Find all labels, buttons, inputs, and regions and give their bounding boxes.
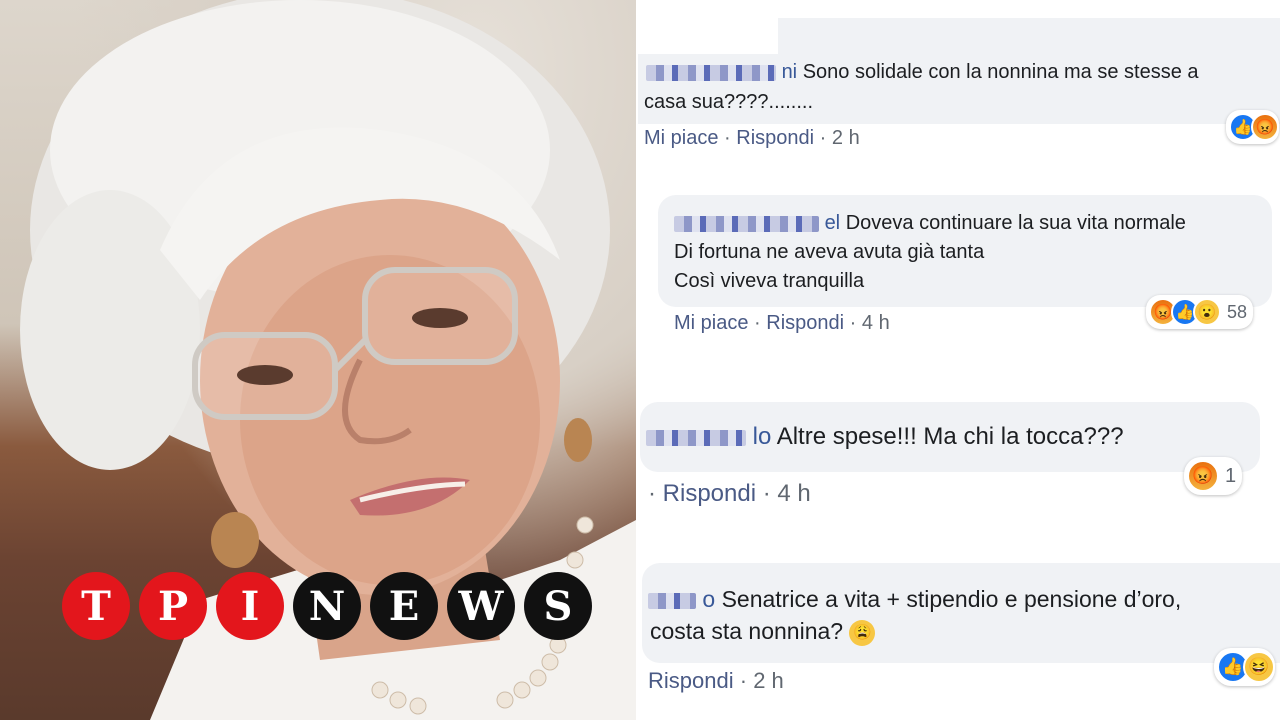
blurred-name bbox=[648, 592, 696, 609]
blurred-name bbox=[646, 64, 776, 81]
reaction-count: 58 bbox=[1227, 301, 1248, 322]
logo-letter: N bbox=[293, 572, 361, 640]
comment-actions: Mi piace · Rispondi · 2 h bbox=[644, 127, 860, 150]
like-link[interactable]: Mi piace bbox=[674, 312, 748, 334]
comment-author[interactable]: el bbox=[825, 212, 841, 234]
timestamp: 4 h bbox=[777, 480, 811, 507]
comment-bubble: ni Sono solidale con la nonnina ma se st… bbox=[638, 18, 1280, 124]
comment-bubble: o Senatrice a vita + stipendio e pension… bbox=[642, 563, 1280, 663]
separator: · bbox=[739, 668, 748, 693]
separator: · bbox=[849, 312, 857, 334]
comment-author[interactable]: ni bbox=[782, 61, 798, 83]
reply-link[interactable]: Rispondi bbox=[648, 668, 734, 693]
comment-author[interactable]: o bbox=[702, 586, 715, 612]
separator: · bbox=[819, 127, 827, 149]
weary-face-icon: 😩 bbox=[849, 619, 876, 646]
reaction-count: 1 bbox=[1225, 464, 1237, 487]
blurred-name bbox=[674, 215, 819, 232]
separator: · bbox=[762, 480, 771, 507]
comment-text: Di fortuna ne aveva avuta già tanta bbox=[674, 241, 985, 263]
comment-bubble: el Doveva continuare la sua vita normale… bbox=[658, 195, 1272, 307]
reaction-summary[interactable]: 👍 😡 bbox=[1226, 110, 1279, 144]
logo-letter: P bbox=[139, 572, 207, 640]
comment-text: Senatrice a vita + stipendio e pensione … bbox=[721, 586, 1182, 612]
comment-text: costa sta nonnina? bbox=[650, 618, 844, 644]
logo-letter: E bbox=[370, 572, 438, 640]
comment-text: Così viveva tranquilla bbox=[674, 270, 865, 292]
separator: · bbox=[648, 480, 656, 507]
reply-link[interactable]: Rispondi bbox=[766, 312, 844, 334]
logo-letter: T bbox=[62, 572, 130, 640]
angry-icon: 😡 bbox=[1251, 113, 1279, 141]
blurred-name bbox=[646, 429, 746, 446]
logo-letter: I bbox=[216, 572, 284, 640]
angry-icon: 😡 bbox=[1187, 460, 1219, 492]
comments-feed: ni Sono solidale con la nonnina ma se st… bbox=[636, 0, 1280, 720]
reply-link[interactable]: Rispondi bbox=[736, 127, 814, 149]
comment-text: Sono solidale con la nonnina ma se stess… bbox=[802, 61, 1199, 83]
news-photo: T P I N E W S bbox=[0, 0, 636, 720]
comment-text: casa sua????........ bbox=[644, 91, 813, 113]
reply-link[interactable]: Rispondi bbox=[663, 480, 756, 507]
separator: · bbox=[724, 127, 731, 149]
comment-text: Doveva continuare la sua vita normale bbox=[845, 212, 1186, 234]
timestamp: 2 h bbox=[753, 668, 784, 693]
comment-actions: · Rispondi · 4 h bbox=[648, 480, 811, 508]
reaction-summary[interactable]: 😡 1 bbox=[1184, 457, 1243, 495]
logo-letter: S bbox=[524, 572, 592, 640]
separator: · bbox=[754, 312, 761, 334]
tpi-news-logo: T P I N E W S bbox=[62, 572, 592, 640]
comment-author[interactable]: lo bbox=[753, 423, 772, 450]
comment-actions: Mi piace · Rispondi · 4 h bbox=[674, 312, 890, 335]
timestamp: 4 h bbox=[861, 312, 890, 334]
comment-actions: Rispondi · 2 h bbox=[648, 668, 784, 694]
wow-icon: 😮 bbox=[1193, 298, 1221, 326]
like-link[interactable]: Mi piace bbox=[644, 127, 718, 149]
timestamp: 2 h bbox=[831, 127, 860, 149]
logo-letter: W bbox=[447, 572, 515, 640]
comment-text: Altre spese!!! Ma chi la tocca??? bbox=[776, 423, 1124, 450]
comment-bubble: lo Altre spese!!! Ma chi la tocca??? bbox=[640, 402, 1260, 472]
reaction-summary[interactable]: 😡 👍 😮 58 bbox=[1146, 295, 1254, 329]
reaction-summary[interactable]: 👍 😆 bbox=[1214, 648, 1275, 686]
haha-icon: 😆 bbox=[1243, 651, 1275, 683]
